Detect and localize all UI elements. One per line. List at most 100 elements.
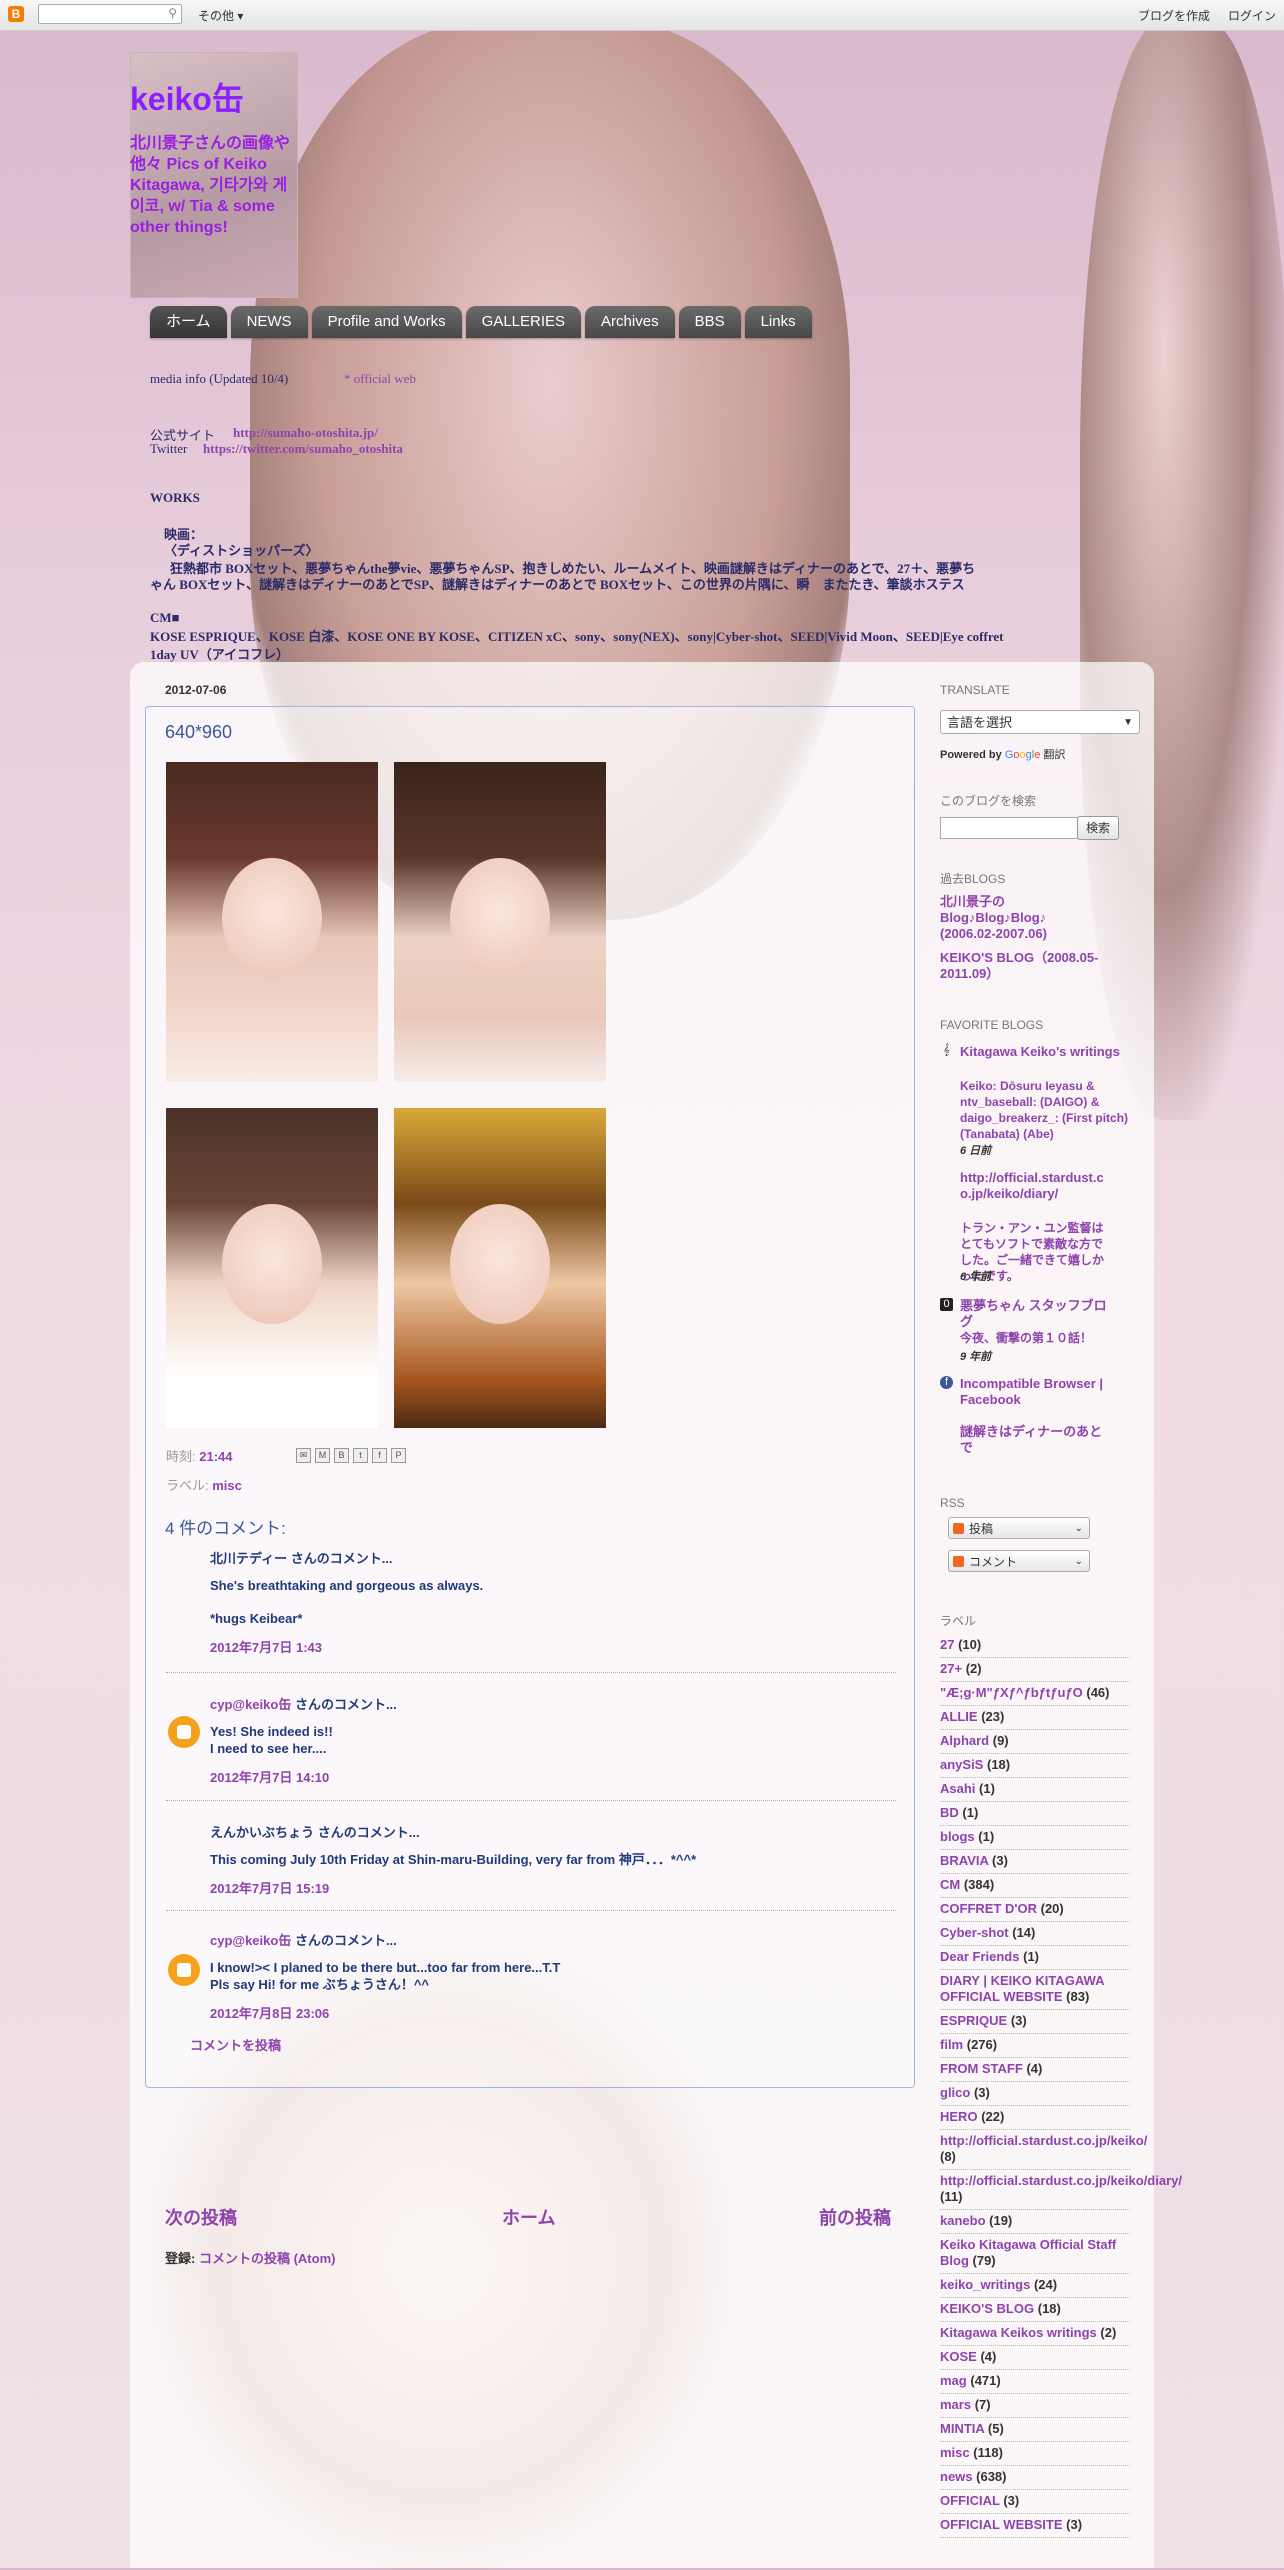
tab-profile-and-works[interactable]: Profile and Works — [311, 306, 462, 338]
email-icon[interactable]: M — [315, 1448, 330, 1463]
label-link[interactable]: news — [940, 2469, 973, 2484]
label-link[interactable]: Asahi — [940, 1781, 975, 1796]
label-count: (2) — [1100, 2325, 1117, 2340]
label-link[interactable]: COFFRET D'OR — [940, 1901, 1037, 1916]
email-post-icon[interactable]: ✉ — [296, 1448, 311, 1463]
label-link[interactable]: KOSE — [940, 2349, 977, 2364]
favorite-blog-title[interactable]: Incompatible Browser | Facebook — [960, 1376, 1120, 1408]
label-link[interactable]: mars — [940, 2397, 971, 2412]
subscribe-atom-link[interactable]: コメントの投稿 (Atom) — [199, 2251, 336, 2266]
comment-author-link[interactable]: cyp@keiko缶 — [210, 1933, 291, 1948]
comment-timestamp[interactable]: 2012年7月7日 14:10 — [210, 1767, 900, 1786]
official-site-url[interactable]: http://sumaho-otoshita.jp/ — [233, 425, 378, 441]
label-link[interactable]: glico — [940, 2085, 970, 2100]
label-link[interactable]: OFFICIAL — [940, 2493, 1000, 2508]
label-link[interactable]: CM — [940, 1877, 960, 1892]
blogger-avatar-icon[interactable] — [168, 1954, 200, 1986]
comment-timestamp[interactable]: 2012年7月7日 1:43 — [210, 1637, 900, 1656]
label-link[interactable]: BRAVIA — [940, 1853, 988, 1868]
tab-news[interactable]: NEWS — [230, 306, 308, 338]
label-link[interactable]: 27 — [940, 1637, 954, 1652]
post-photo-2[interactable] — [394, 762, 606, 1082]
label-link[interactable]: film — [940, 2037, 963, 2052]
post-photo-3[interactable] — [166, 1108, 378, 1428]
label-link[interactable]: blogs — [940, 1829, 975, 1844]
media-info[interactable]: media info (Updated 10/4) — [150, 371, 288, 387]
post-comment-link[interactable]: コメントを投稿 — [190, 2035, 281, 2054]
favorite-blog-snippet[interactable]: Keiko: Dōsuru Ieyasu & ntv_baseball: (DA… — [960, 1078, 1135, 1142]
label-link[interactable]: BD — [940, 1805, 959, 1820]
twitter-icon[interactable]: t — [353, 1448, 368, 1463]
label-link[interactable]: mag — [940, 2373, 967, 2388]
label-link[interactable]: OFFICIAL WEBSITE — [940, 2517, 1063, 2532]
tab-links[interactable]: Links — [744, 306, 812, 338]
label-link[interactable]: Keiko Kitagawa Official Staff Blog — [940, 2237, 1116, 2268]
label-link[interactable]: HERO — [940, 2109, 978, 2124]
post-photo-4[interactable] — [394, 1108, 606, 1428]
comment-author-link[interactable]: cyp@keiko缶 — [210, 1697, 291, 1712]
label-link[interactable]: kanebo — [940, 2213, 986, 2228]
label-misc-link[interactable]: misc — [212, 1478, 242, 1493]
newer-post-link[interactable]: 次の投稿 — [165, 2204, 237, 2230]
post-time-link[interactable]: 21:44 — [199, 1449, 232, 1464]
rss-comments-dropdown[interactable]: コメント ⌄ — [948, 1550, 1090, 1572]
language-select[interactable]: 言語を選択 ▼ — [940, 710, 1140, 734]
facebook-icon: f — [940, 1376, 953, 1389]
blog-search-input[interactable] — [940, 817, 1078, 839]
blog-title[interactable]: keiko缶 — [130, 74, 244, 120]
tab-bbs[interactable]: BBS — [678, 306, 741, 338]
tab-archives[interactable]: Archives — [585, 306, 675, 338]
label-link[interactable]: Cyber-shot — [940, 1925, 1009, 1940]
label-link[interactable]: Dear Friends — [940, 1949, 1019, 1964]
blogthis-icon[interactable]: B — [334, 1448, 349, 1463]
label-link[interactable]: Kitagawa Keikos writings — [940, 2325, 1097, 2340]
label-link[interactable]: http://official.stardust.co.jp/keiko/ — [940, 2133, 1147, 2148]
login-link[interactable]: ログイン — [1228, 7, 1276, 24]
blogger-logo-icon[interactable]: B — [8, 6, 24, 22]
label-link[interactable]: "Æ;g·M"ƒXƒ^ƒbƒtƒuƒO — [940, 1685, 1083, 1700]
photo-face — [450, 858, 550, 978]
comment-timestamp[interactable]: 2012年7月7日 15:19 — [210, 1878, 900, 1897]
tab-galleries[interactable]: GALLERIES — [465, 306, 582, 338]
post-photo-1[interactable] — [166, 762, 378, 1082]
label-link[interactable]: FROM STAFF — [940, 2061, 1023, 2076]
label-link[interactable]: ALLIE — [940, 1709, 978, 1724]
favorite-blog-title[interactable]: Kitagawa Keiko's writings — [960, 1044, 1135, 1060]
older-post-link[interactable]: 前の投稿 — [819, 2204, 891, 2230]
label-link[interactable]: anySiS — [940, 1757, 983, 1772]
favorite-blog-title[interactable]: 謎解きはディナーのあとで — [960, 1424, 1110, 1456]
comment-timestamp[interactable]: 2012年7月8日 23:06 — [210, 2003, 900, 2022]
create-blog-link[interactable]: ブログを作成 — [1138, 7, 1210, 24]
past-blog-link[interactable]: KEIKO'S BLOG（2008.05-2011.09） — [940, 950, 1130, 982]
blogger-avatar-icon[interactable] — [168, 1716, 200, 1748]
label-link[interactable]: KEIKO'S BLOG — [940, 2301, 1034, 2316]
label-link[interactable]: http://official.stardust.co.jp/keiko/dia… — [940, 2173, 1182, 2188]
pinterest-icon[interactable]: P — [391, 1448, 406, 1463]
label-list-item: http://official.stardust.co.jp/keiko/ (8… — [940, 2130, 1147, 2170]
post-title[interactable]: 640*960 — [165, 722, 232, 743]
google-logo[interactable]: Google — [1005, 749, 1041, 761]
tab-home[interactable]: ホーム — [150, 306, 227, 338]
past-blog-link[interactable]: 北川景子の Blog♪Blog♪Blog♪ (2006.02-2007.06) — [940, 894, 1070, 942]
favorite-blog-title[interactable]: 悪夢ちゃん スタッフブログ — [960, 1298, 1110, 1330]
favorite-blog-title[interactable]: http://official.stardust.co.jp/keiko/dia… — [960, 1170, 1110, 1202]
label-link[interactable]: Alphard — [940, 1733, 989, 1748]
label-link[interactable]: keiko_writings — [940, 2277, 1030, 2292]
label-link[interactable]: 27+ — [940, 1661, 962, 1676]
label-link[interactable]: ESPRIQUE — [940, 2013, 1007, 2028]
twitter-url[interactable]: https://twitter.com/sumaho_otoshita — [203, 441, 403, 457]
official-web-link[interactable]: * official web — [344, 371, 416, 387]
navbar-search-input[interactable]: ⚲ — [38, 4, 182, 24]
photo-face — [222, 1204, 322, 1324]
home-link[interactable]: ホーム — [502, 2204, 555, 2230]
favorite-blog-snippet[interactable]: 今夜、衝撃の第１０話！ — [960, 1330, 1135, 1346]
label-link[interactable]: MINTIA — [940, 2421, 984, 2436]
facebook-icon[interactable]: f — [372, 1448, 387, 1463]
rss-posts-dropdown[interactable]: 投稿 ⌄ — [948, 1517, 1090, 1539]
navbar-more-menu[interactable]: その他 ▾ — [198, 7, 243, 24]
search-icon[interactable]: ⚲ — [168, 6, 177, 20]
label-list-item: news (638) — [940, 2466, 1130, 2490]
translate-link[interactable]: 翻訳 — [1043, 749, 1065, 761]
blog-search-button[interactable]: 検索 — [1077, 816, 1119, 840]
label-link[interactable]: misc — [940, 2445, 970, 2460]
